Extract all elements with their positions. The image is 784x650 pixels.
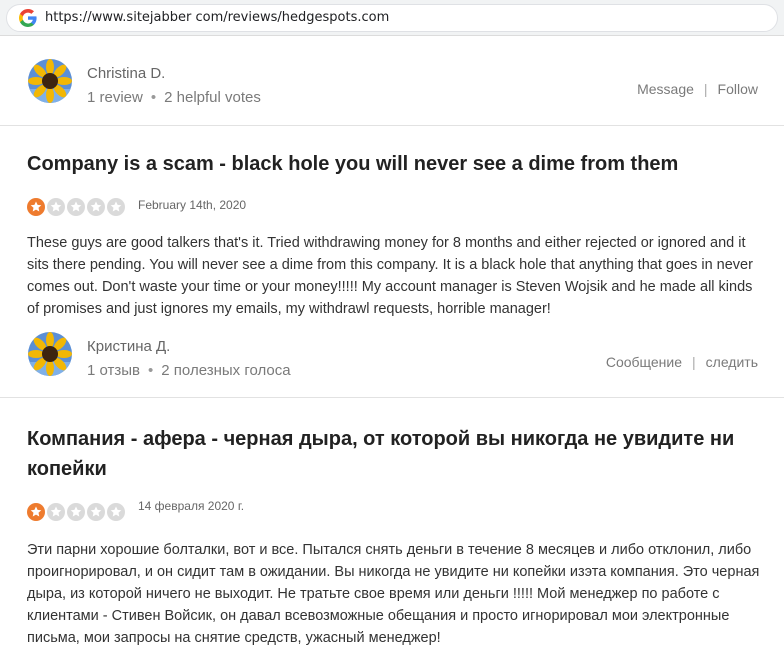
separator-dot: • bbox=[148, 362, 154, 379]
reviewer-name[interactable]: Christina D. bbox=[87, 65, 165, 82]
url-text: https://www.sitejabber com/reviews/hedge… bbox=[45, 10, 390, 25]
sunflower-avatar-icon[interactable] bbox=[28, 59, 72, 103]
follow-link[interactable]: следить bbox=[706, 354, 758, 370]
reviewer-actions: Сообщение | следить bbox=[606, 354, 758, 370]
star-icon bbox=[67, 503, 85, 521]
follow-link[interactable]: Follow bbox=[718, 81, 758, 97]
message-link[interactable]: Сообщение bbox=[606, 354, 682, 370]
review-date: 14 февраля 2020 г. bbox=[138, 499, 245, 513]
review-title[interactable]: Компания - афера - черная дыра, от котор… bbox=[27, 424, 767, 484]
reviewer-header: Кристина Д. 1 отзыв • 2 полезных голоса Со… bbox=[0, 332, 784, 390]
reviewer-stats: 1 review • 2 helpful votes bbox=[87, 89, 261, 106]
review-title[interactable]: Company is a scam - black hole you will … bbox=[27, 149, 767, 179]
star-icon bbox=[107, 503, 125, 521]
star-icon bbox=[107, 198, 125, 216]
helpful-votes: 2 helpful votes bbox=[164, 89, 261, 106]
address-bar[interactable]: https://www.sitejabber com/reviews/hedge… bbox=[6, 4, 778, 32]
star-icon bbox=[87, 198, 105, 216]
message-link[interactable]: Message bbox=[637, 81, 694, 97]
review-body: These guys are good talkers that's it. T… bbox=[27, 235, 753, 317]
star-rating bbox=[27, 503, 127, 521]
star-icon bbox=[47, 503, 65, 521]
star-icon bbox=[27, 503, 45, 521]
review-date: February 14th, 2020 bbox=[138, 198, 247, 212]
reviewer-name[interactable]: Кристина Д. bbox=[87, 338, 170, 355]
sunflower-avatar-icon[interactable] bbox=[28, 332, 72, 376]
reviewer-stats: 1 отзыв • 2 полезных голоса bbox=[87, 362, 291, 379]
star-icon bbox=[87, 503, 105, 521]
review-count: 1 review bbox=[87, 89, 143, 106]
star-icon bbox=[67, 198, 85, 216]
helpful-votes: 2 полезных голоса bbox=[161, 362, 291, 379]
star-icon bbox=[27, 198, 45, 216]
review-count: 1 отзыв bbox=[87, 362, 141, 379]
separator-dot: • bbox=[150, 89, 157, 106]
reviewer-actions: Message | Follow bbox=[637, 81, 758, 97]
review-body: Эти парни хорошие болталки, вот и все. П… bbox=[27, 542, 760, 646]
star-icon bbox=[47, 198, 65, 216]
divider bbox=[0, 125, 784, 126]
reviewer-header: Christina D. 1 review • 2 helpful votes Me… bbox=[0, 59, 784, 117]
action-separator: | bbox=[703, 81, 708, 97]
divider bbox=[0, 397, 784, 398]
browser-toolbar: https://www.sitejabber com/reviews/hedge… bbox=[0, 0, 784, 36]
action-separator: | bbox=[692, 354, 696, 370]
google-g-icon bbox=[19, 9, 37, 27]
star-rating bbox=[27, 198, 127, 216]
